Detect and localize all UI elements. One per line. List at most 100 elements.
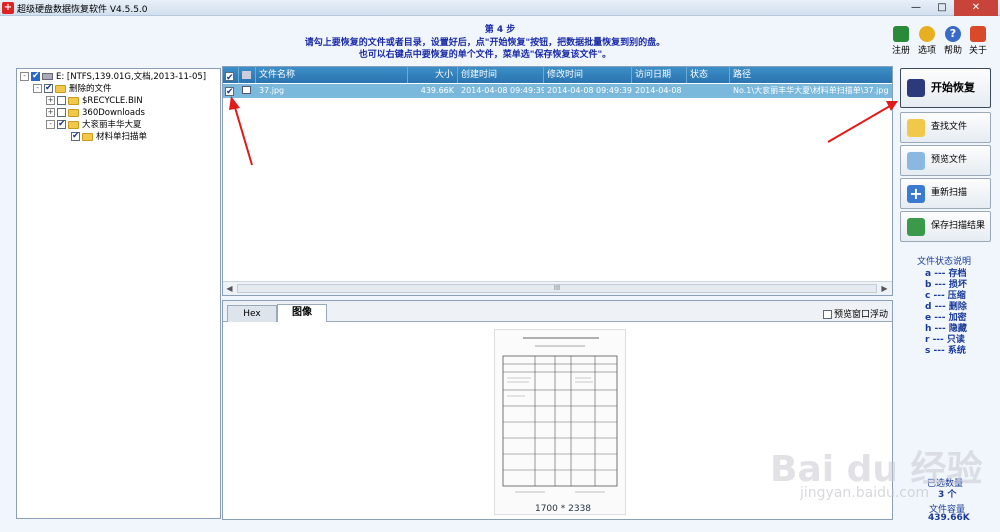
folder-search-icon <box>907 119 925 137</box>
plus-icon: + <box>907 185 925 203</box>
scrollbar-grip: III <box>553 284 561 292</box>
column-header-created[interactable]: 创建时间 <box>458 67 544 83</box>
options-gear-icon <box>919 26 935 42</box>
file-status <box>687 84 730 98</box>
legend-item: s --- 系统 <box>925 346 966 356</box>
options-label: 选项 <box>917 46 936 56</box>
about-button[interactable]: 关于 <box>966 26 990 56</box>
file-created: 2014-04-08 09:49:39 <box>461 86 544 95</box>
table-row[interactable]: 37.jpg 439.66K 2014-04-08 09:49:39 2014-… <box>223 84 892 98</box>
float-preview-label: 预览窗口浮动 <box>834 310 889 320</box>
file-name: 37.jpg <box>259 86 285 95</box>
preview-file-label: 预览文件 <box>931 155 968 165</box>
tree-item-label: $RECYCLE.BIN <box>82 96 143 106</box>
folder-icon <box>55 84 66 93</box>
file-list: 文件名称 大小 创建时间 修改时间 访问日期 状态 路径 37.jpg 439.… <box>222 66 893 296</box>
image-file-icon <box>239 84 256 98</box>
scroll-right-icon[interactable]: ▶ <box>879 283 890 294</box>
save-scan-button[interactable]: 保存扫描结果 <box>900 211 991 242</box>
file-modified: 2014-04-08 09:49:39 <box>547 86 632 95</box>
preview-tabs: Hex 图像 预览窗口浮动 <box>223 301 892 322</box>
collapse-icon[interactable]: - <box>33 84 42 93</box>
minimize-icon[interactable]: — <box>904 0 928 16</box>
step-title: 第 4 步 <box>484 25 516 35</box>
start-recovery-label: 开始恢复 <box>931 81 975 94</box>
tree-checkbox[interactable] <box>57 108 66 117</box>
expand-icon[interactable]: + <box>46 96 55 105</box>
folder-icon <box>68 120 79 129</box>
tab-image[interactable]: 图像 <box>277 304 327 322</box>
register-button[interactable]: 注册 <box>889 26 913 56</box>
save-scan-label: 保存扫描结果 <box>931 221 986 231</box>
about-label: 关于 <box>968 46 987 56</box>
column-header-status[interactable]: 状态 <box>687 67 730 83</box>
export-icon <box>907 218 925 236</box>
tree-item-label: 材料单扫描单 <box>96 132 148 142</box>
register-icon <box>893 26 909 42</box>
type-column-header[interactable] <box>239 67 256 83</box>
tree-item-label: 360Downloads <box>82 108 145 118</box>
app-logo-icon: + <box>2 2 14 14</box>
rescan-label: 重新扫描 <box>931 188 968 198</box>
scrollbar-thumb[interactable]: III <box>237 284 877 293</box>
column-header-path[interactable]: 路径 <box>730 67 892 83</box>
preview-file-button[interactable]: 预览文件 <box>900 145 991 176</box>
step-instruction-line2: 也可以右键点中要恢复的单个文件，菜单选"保存恢复该文件"。 <box>358 50 612 60</box>
magnifier-icon <box>907 152 925 170</box>
maximize-icon[interactable]: □ <box>930 0 954 16</box>
help-button[interactable]: ? 帮助 <box>941 26 965 56</box>
start-recovery-button[interactable]: 开始恢复 <box>900 68 991 108</box>
horizontal-scrollbar[interactable]: ◀ III ▶ <box>223 281 892 295</box>
file-list-header: 文件名称 大小 创建时间 修改时间 访问日期 状态 路径 <box>223 67 892 86</box>
image-dimensions: 1700 * 2338 <box>534 504 592 514</box>
tree-checkbox[interactable] <box>71 130 80 142</box>
tree-root-label: E: [NTFS,139.01G,文档,2013-11-05] <box>56 72 207 82</box>
column-header-name[interactable]: 文件名称 <box>256 67 408 83</box>
column-header-modified[interactable]: 修改时间 <box>544 67 632 83</box>
help-icon: ? <box>945 26 961 42</box>
save-disk-icon <box>907 79 925 97</box>
tab-hex[interactable]: Hex <box>227 305 277 322</box>
file-size: 439.66K <box>420 86 454 95</box>
total-size-value: 439.66K <box>928 513 970 523</box>
tree-item-scans[interactable]: 材料单扫描单 <box>71 130 148 143</box>
find-file-button[interactable]: 查找文件 <box>900 112 991 143</box>
collapse-icon[interactable]: - <box>46 120 55 129</box>
tree-deleted-files[interactable]: - 删除的文件 <box>33 82 112 95</box>
tree-item-recycle[interactable]: + $RECYCLE.BIN <box>46 95 143 107</box>
column-header-size[interactable]: 大小 <box>408 67 458 83</box>
row-checkbox[interactable] <box>223 84 239 98</box>
folder-icon <box>68 108 79 117</box>
select-all-checkbox[interactable] <box>223 67 239 86</box>
tree-checkbox[interactable] <box>31 70 40 82</box>
directory-tree: -E: [NTFS,139.01G,文档,2013-11-05] -删除的文件 … <box>16 68 221 519</box>
title-bar: + 超级硬盘数据恢复软件 V4.5.5.0 — □ ✕ <box>0 0 1000 16</box>
folder-icon <box>82 132 93 141</box>
drive-icon <box>42 73 53 80</box>
tree-deleted-label: 删除的文件 <box>69 84 112 94</box>
collapse-icon[interactable]: - <box>20 72 29 81</box>
help-label: 帮助 <box>943 46 962 56</box>
find-file-label: 查找文件 <box>931 122 968 132</box>
file-path: No.1\大衮丽丰华大夏\材料单扫描单\37.jpg <box>733 86 889 95</box>
tree-checkbox[interactable] <box>57 118 66 130</box>
column-header-accessed[interactable]: 访问日期 <box>632 67 687 83</box>
tree-item-building[interactable]: - 大衮丽丰华大夏 <box>46 118 142 131</box>
folder-icon <box>68 96 79 105</box>
register-label: 注册 <box>891 46 910 56</box>
about-home-icon <box>970 26 986 42</box>
expand-icon[interactable]: + <box>46 108 55 117</box>
close-icon[interactable]: ✕ <box>954 0 998 16</box>
file-accessed: 2014-04-08 <box>635 86 682 95</box>
float-preview-checkbox[interactable] <box>823 310 832 319</box>
rescan-button[interactable]: + 重新扫描 <box>900 178 991 209</box>
float-preview-option[interactable]: 预览窗口浮动 <box>823 307 888 320</box>
tree-item-label: 大衮丽丰华大夏 <box>82 120 142 130</box>
window-title: 超级硬盘数据恢复软件 V4.5.5.0 <box>17 5 148 15</box>
baidu-watermark-url: jingyan.baidu.com <box>800 485 930 501</box>
options-button[interactable]: 选项 <box>915 26 939 56</box>
tree-checkbox[interactable] <box>57 96 66 105</box>
scanned-document-preview <box>494 329 626 515</box>
tree-checkbox[interactable] <box>44 82 53 94</box>
scroll-left-icon[interactable]: ◀ <box>224 283 235 294</box>
